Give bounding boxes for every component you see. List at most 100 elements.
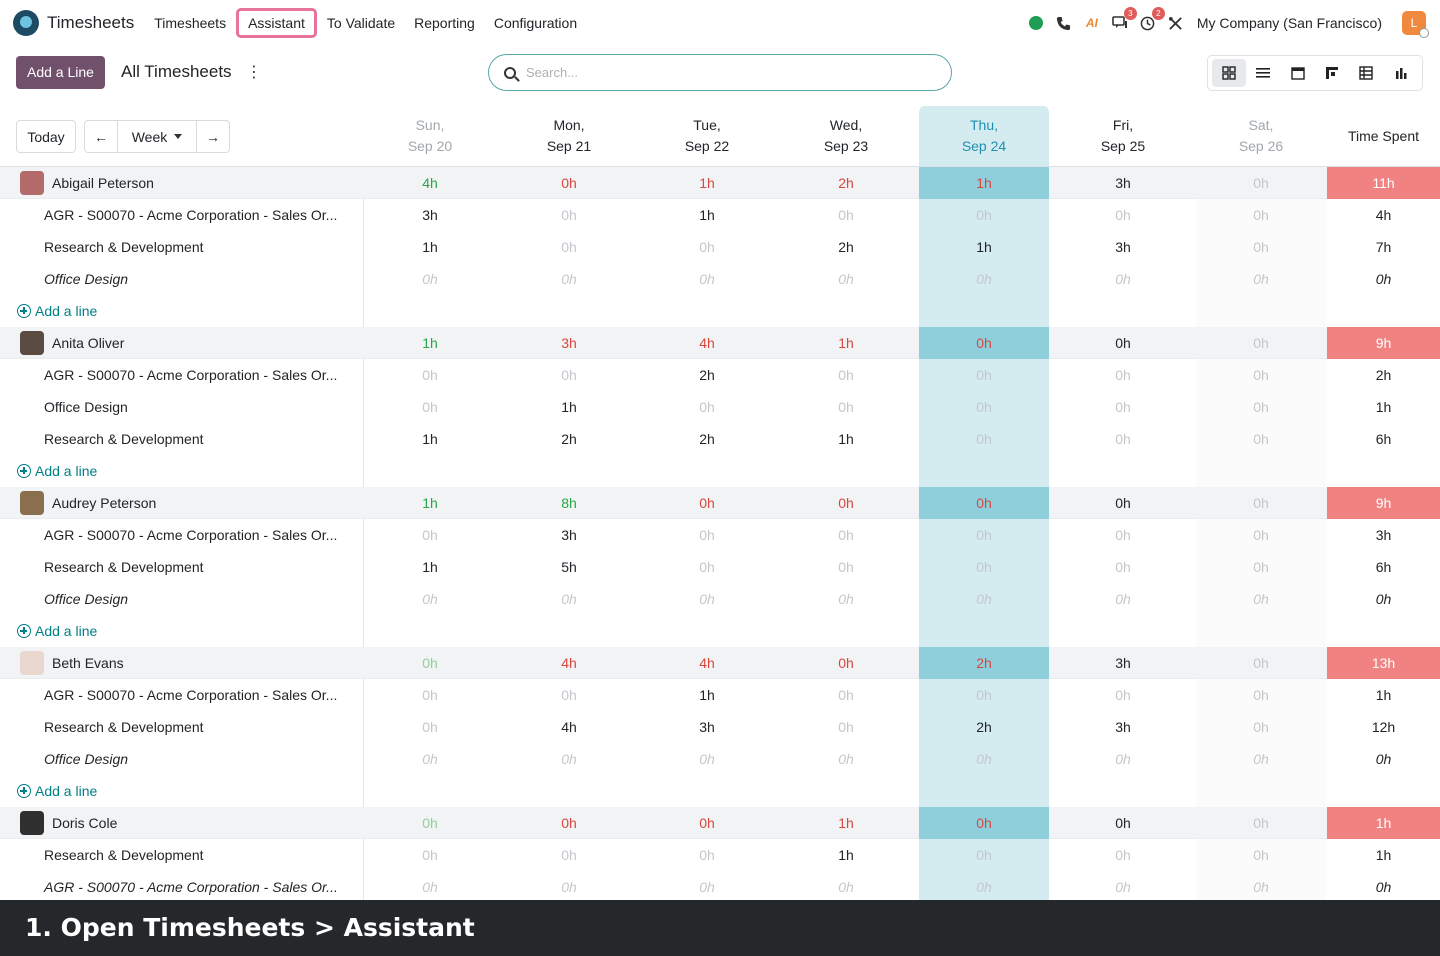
hours-cell[interactable]: 0h bbox=[919, 519, 1049, 551]
task-label[interactable]: AGR - S00070 - Acme Corporation - Sales … bbox=[0, 871, 364, 900]
task-label[interactable]: Research & Development bbox=[0, 231, 364, 263]
hours-cell[interactable]: 0h bbox=[1058, 423, 1188, 455]
hours-cell[interactable]: 0h bbox=[1058, 743, 1188, 775]
search-input[interactable] bbox=[526, 65, 926, 80]
employee-group-row[interactable]: Doris Cole 0h 0h 0h 1h 0h 0h 0h 1h bbox=[0, 807, 1440, 839]
hours-cell[interactable]: 3h bbox=[504, 519, 634, 551]
hours-cell[interactable]: 0h bbox=[1196, 551, 1326, 583]
hours-cell[interactable]: 0h bbox=[1058, 583, 1188, 615]
hours-cell[interactable]: 1h bbox=[365, 423, 495, 455]
task-label[interactable]: AGR - S00070 - Acme Corporation - Sales … bbox=[0, 679, 364, 711]
hours-cell[interactable]: 1h bbox=[642, 199, 772, 231]
task-label[interactable]: AGR - S00070 - Acme Corporation - Sales … bbox=[0, 199, 364, 231]
company-switcher[interactable]: My Company (San Francisco) bbox=[1197, 15, 1382, 31]
hours-cell[interactable]: 0h bbox=[642, 839, 772, 871]
hours-cell[interactable]: 0h bbox=[919, 199, 1049, 231]
hours-cell[interactable]: 0h bbox=[642, 231, 772, 263]
hours-cell[interactable]: 0h bbox=[919, 263, 1049, 295]
hours-cell[interactable]: 0h bbox=[919, 839, 1049, 871]
hours-cell[interactable]: 0h bbox=[781, 743, 911, 775]
hours-cell[interactable]: 0h bbox=[365, 839, 495, 871]
hours-cell[interactable]: 0h bbox=[1196, 199, 1326, 231]
activities-clock-icon[interactable]: 2 bbox=[1139, 7, 1165, 32]
hours-cell[interactable]: 0h bbox=[1058, 391, 1188, 423]
hours-cell[interactable]: 0h bbox=[504, 263, 634, 295]
hours-cell[interactable]: 1h bbox=[919, 231, 1049, 263]
add-a-line-link[interactable]: Add a line bbox=[0, 615, 364, 647]
search-bar[interactable] bbox=[488, 54, 952, 91]
hours-cell[interactable]: 0h bbox=[781, 679, 911, 711]
employee-group-row[interactable]: Beth Evans 0h 4h 4h 0h 2h 3h 0h 13h bbox=[0, 647, 1440, 679]
hours-cell[interactable]: 1h bbox=[642, 679, 772, 711]
task-label[interactable]: Office Design bbox=[0, 583, 364, 615]
menu-to-validate[interactable]: To Validate bbox=[318, 9, 404, 37]
hours-cell[interactable]: 0h bbox=[365, 519, 495, 551]
task-label[interactable]: Office Design bbox=[0, 743, 364, 775]
hours-cell[interactable]: 0h bbox=[781, 199, 911, 231]
ai-icon[interactable]: AI bbox=[1083, 14, 1101, 32]
today-button[interactable]: Today bbox=[16, 120, 76, 153]
app-brand[interactable]: Timesheets bbox=[13, 10, 134, 36]
hours-cell[interactable]: 0h bbox=[1058, 679, 1188, 711]
hours-cell[interactable]: 0h bbox=[1058, 359, 1188, 391]
previous-period-button[interactable]: ← bbox=[84, 120, 118, 153]
hours-cell[interactable]: 0h bbox=[919, 679, 1049, 711]
hours-cell[interactable]: 3h bbox=[1058, 711, 1188, 743]
hours-cell[interactable]: 2h bbox=[919, 711, 1049, 743]
hours-cell[interactable]: 0h bbox=[504, 839, 634, 871]
list-view-icon[interactable] bbox=[1246, 59, 1280, 87]
hours-cell[interactable]: 0h bbox=[642, 743, 772, 775]
hours-cell[interactable]: 0h bbox=[1058, 199, 1188, 231]
menu-reporting[interactable]: Reporting bbox=[405, 9, 484, 37]
hours-cell[interactable]: 0h bbox=[781, 263, 911, 295]
hours-cell[interactable]: 0h bbox=[1058, 263, 1188, 295]
hours-cell[interactable]: 1h bbox=[365, 231, 495, 263]
hours-cell[interactable]: 0h bbox=[919, 551, 1049, 583]
hours-cell[interactable]: 0h bbox=[781, 519, 911, 551]
hours-cell[interactable]: 2h bbox=[504, 423, 634, 455]
hours-cell[interactable]: 0h bbox=[1196, 583, 1326, 615]
hours-cell[interactable]: 0h bbox=[365, 711, 495, 743]
hours-cell[interactable]: 0h bbox=[1196, 743, 1326, 775]
kebab-menu-icon[interactable]: ⋮ bbox=[246, 62, 262, 82]
hours-cell[interactable]: 0h bbox=[1058, 839, 1188, 871]
hours-cell[interactable]: 0h bbox=[642, 551, 772, 583]
tools-icon[interactable] bbox=[1167, 14, 1185, 32]
menu-timesheets[interactable]: Timesheets bbox=[145, 9, 235, 37]
hours-cell[interactable]: 1h bbox=[781, 839, 911, 871]
hours-cell[interactable]: 0h bbox=[504, 231, 634, 263]
hours-cell[interactable]: 0h bbox=[1196, 679, 1326, 711]
hours-cell[interactable]: 0h bbox=[504, 679, 634, 711]
add-a-line-link[interactable]: Add a line bbox=[0, 455, 364, 487]
hours-cell[interactable]: 0h bbox=[781, 583, 911, 615]
menu-assistant[interactable]: Assistant bbox=[236, 8, 317, 38]
hours-cell[interactable]: 0h bbox=[642, 583, 772, 615]
task-label[interactable]: Research & Development bbox=[0, 711, 364, 743]
hours-cell[interactable]: 0h bbox=[1196, 391, 1326, 423]
task-label[interactable]: AGR - S00070 - Acme Corporation - Sales … bbox=[0, 359, 364, 391]
add-a-line-link[interactable]: Add a line bbox=[0, 775, 364, 807]
employee-group-row[interactable]: Abigail Peterson 4h 0h 1h 2h 1h 3h 0h 11h bbox=[0, 167, 1440, 199]
hours-cell[interactable]: 0h bbox=[1196, 263, 1326, 295]
hours-cell[interactable]: 0h bbox=[781, 359, 911, 391]
calendar-view-icon[interactable] bbox=[1281, 59, 1315, 87]
hours-cell[interactable]: 0h bbox=[365, 743, 495, 775]
hours-cell[interactable]: 0h bbox=[1196, 519, 1326, 551]
add-a-line-button[interactable]: Add a Line bbox=[16, 56, 105, 89]
hours-cell[interactable]: 0h bbox=[781, 391, 911, 423]
hours-cell[interactable]: 0h bbox=[1196, 359, 1326, 391]
add-a-line-link[interactable]: Add a line bbox=[0, 295, 364, 327]
task-label[interactable]: Research & Development bbox=[0, 839, 364, 871]
hours-cell[interactable]: 0h bbox=[642, 391, 772, 423]
hours-cell[interactable]: 0h bbox=[1196, 711, 1326, 743]
hours-cell[interactable]: 0h bbox=[1196, 231, 1326, 263]
task-label[interactable]: Research & Development bbox=[0, 423, 364, 455]
hours-cell[interactable]: 0h bbox=[781, 711, 911, 743]
hours-cell[interactable]: 3h bbox=[365, 199, 495, 231]
phone-icon[interactable] bbox=[1055, 14, 1073, 32]
hours-cell[interactable]: 0h bbox=[642, 263, 772, 295]
range-dropdown[interactable]: Week bbox=[118, 120, 196, 153]
table-view-icon[interactable] bbox=[1349, 59, 1383, 87]
hours-cell[interactable]: 5h bbox=[504, 551, 634, 583]
hours-cell[interactable]: 0h bbox=[1196, 839, 1326, 871]
